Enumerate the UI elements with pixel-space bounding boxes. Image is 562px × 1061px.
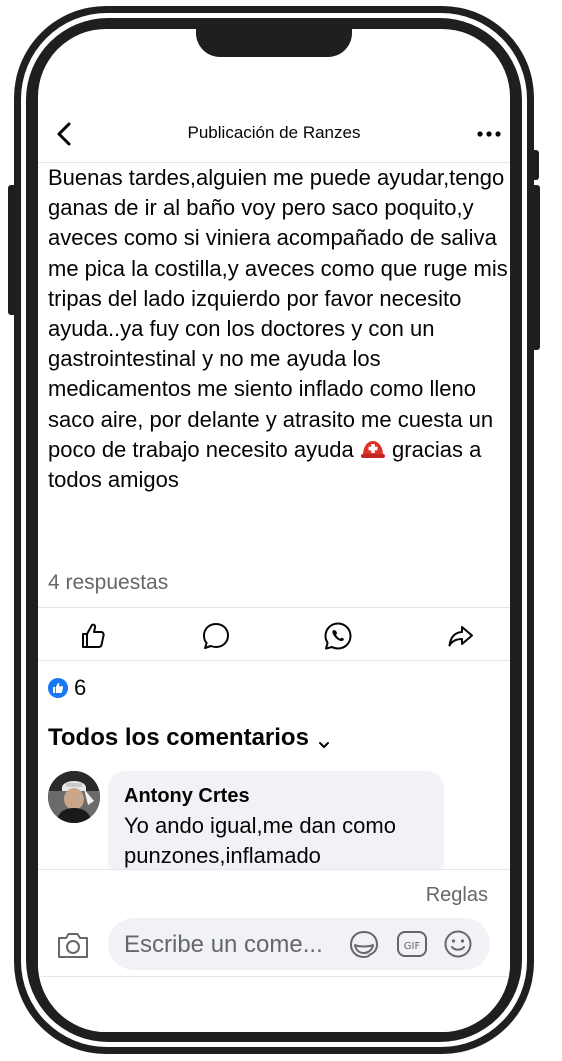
comment-input-placeholder: Escribe un come... bbox=[124, 931, 323, 958]
phone-notch bbox=[196, 29, 352, 57]
reaction-summary[interactable]: 6 bbox=[48, 674, 86, 702]
ellipsis-icon[interactable] bbox=[474, 119, 504, 149]
reply-count[interactable]: 4 respuestas bbox=[48, 571, 168, 595]
comments-heading: Todos los comentarios bbox=[48, 724, 309, 751]
comment-item: Antony Crtes Yo ando igual,me dan como p… bbox=[48, 771, 508, 881]
camera-icon[interactable] bbox=[56, 930, 90, 960]
rescue-helmet-emoji bbox=[360, 438, 386, 460]
share-icon[interactable] bbox=[444, 619, 478, 653]
emoji-icon[interactable] bbox=[442, 929, 474, 959]
svg-text:GIF: GIF bbox=[404, 941, 421, 952]
post-actions bbox=[38, 609, 510, 661]
post-text: Buenas tardes,alguien me puede ayudar,te… bbox=[48, 163, 508, 495]
gif-icon[interactable]: GIF bbox=[396, 929, 428, 959]
avatar[interactable] bbox=[48, 771, 100, 823]
comments-filter[interactable]: Todos los comentarios bbox=[48, 724, 331, 752]
page-title: Publicación de Ranzes bbox=[187, 123, 361, 142]
comment-text: Yo ando igual,me dan como punzones,infla… bbox=[124, 813, 396, 868]
post-text-main: Buenas tardes,alguien me puede ayudar,te… bbox=[48, 165, 508, 462]
header: Publicación de Ranzes bbox=[38, 111, 510, 161]
composer-divider bbox=[38, 976, 510, 977]
actions-divider-bottom bbox=[38, 660, 510, 661]
comment-composer: Reglas Escribe un come... GIF bbox=[38, 869, 510, 1032]
whatsapp-icon[interactable] bbox=[321, 619, 355, 653]
sticker-icon[interactable] bbox=[348, 929, 380, 959]
chevron-down-icon bbox=[317, 731, 331, 748]
reaction-count: 6 bbox=[74, 675, 87, 700]
comment-input[interactable]: Escribe un come... GIF bbox=[108, 918, 490, 970]
like-badge-icon bbox=[48, 678, 68, 698]
comment-bubble: Antony Crtes Yo ando igual,me dan como p… bbox=[108, 771, 444, 881]
rules-link[interactable]: Reglas bbox=[426, 884, 488, 907]
comment-icon[interactable] bbox=[199, 619, 233, 653]
like-icon[interactable] bbox=[76, 619, 110, 653]
comment-author[interactable]: Antony Crtes bbox=[124, 785, 250, 808]
actions-divider-top bbox=[38, 607, 510, 608]
phone-screen: Publicación de Ranzes Buenas tardes,algu… bbox=[38, 29, 510, 1032]
